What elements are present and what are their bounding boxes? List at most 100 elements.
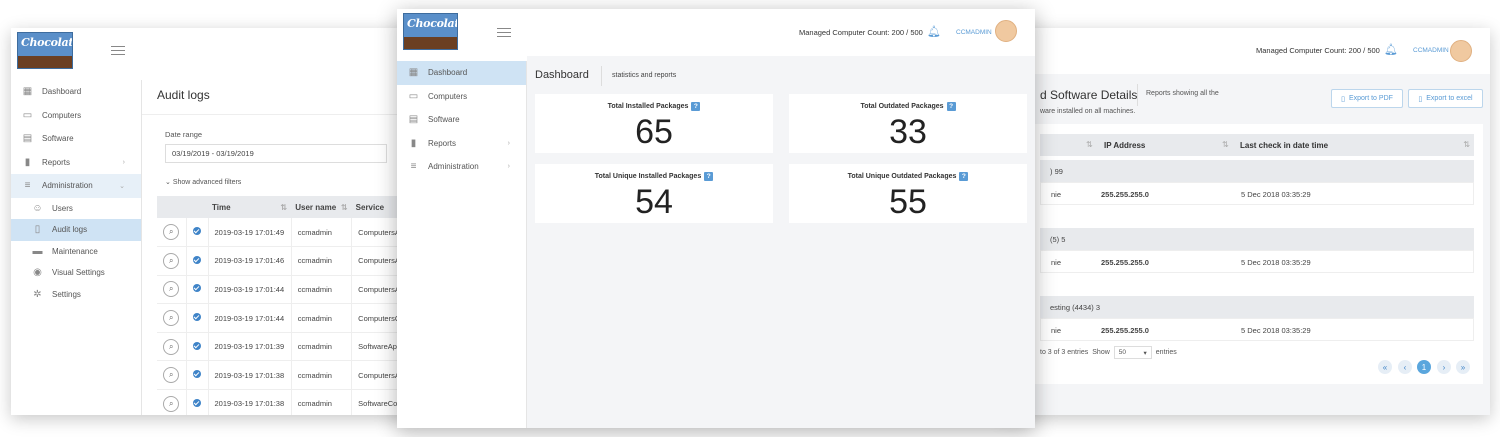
users-icon: ☺ — [32, 202, 43, 214]
stat-value: 55 — [889, 183, 927, 221]
help-icon[interactable]: ? — [959, 172, 969, 181]
sidebar-item-maintenance[interactable]: ▬ Maintenance — [11, 241, 141, 263]
cell-date: 5 Dec 2018 03:35:29 — [1241, 258, 1311, 267]
sidebar-item-administration[interactable]: ≡ Administration › — [397, 155, 526, 179]
cell-name: nie — [1051, 258, 1062, 267]
cell-date: 5 Dec 2018 03:35:29 — [1241, 326, 1311, 335]
success-icon — [193, 284, 201, 293]
view-details-icon[interactable]: ⌕ — [163, 224, 180, 241]
sidebar-item-administration[interactable]: ≡ Administration ⌄ — [11, 174, 141, 198]
cell-user: ccmadmin — [291, 303, 353, 333]
gear-icon: ✲ — [33, 288, 42, 300]
table-row[interactable]: ⌕ 2019-03-19 17:01:39 ccmadmin SoftwareApp — [157, 332, 409, 361]
stat-value: 65 — [635, 113, 673, 151]
sort-icon[interactable]: ⇅ — [1463, 140, 1470, 149]
menu-toggle-icon[interactable] — [497, 28, 511, 37]
menu-toggle-icon[interactable] — [111, 46, 125, 55]
cell-time: 2019-03-19 17:01:44 — [208, 303, 292, 333]
software-table-header: ⇅ IP Address ⇅ Last check in date time ⇅ — [1040, 134, 1474, 156]
audit-main: Audit logs Date range 03/19/2019 - 03/19… — [142, 74, 409, 415]
user-menu[interactable]: CCMADMIN — [1413, 47, 1449, 54]
table-row[interactable]: ⌕ 2019-03-19 17:01:49 ccmadmin ComputersAp — [157, 218, 409, 247]
sidebar-item-dashboard[interactable]: ▦ Dashboard — [11, 80, 141, 104]
cell-time: 2019-03-19 17:01:49 — [208, 218, 292, 247]
sidebar-item-visual-settings[interactable]: ◉ Visual Settings — [11, 262, 141, 284]
date-range-label: Date range — [165, 130, 203, 139]
help-icon[interactable]: ? — [691, 102, 701, 111]
column-header-last-check-in[interactable]: Last check in date time — [1240, 141, 1328, 150]
audit-table: Time ⇅ User name ⇅ Service ⌕ 2019-03-19 17:… — [157, 196, 409, 415]
view-details-icon[interactable]: ⌕ — [163, 252, 180, 269]
page-size-select[interactable]: 50 ▾ — [1113, 346, 1152, 359]
sidebar-item-audit-logs[interactable]: ▯ Audit logs — [11, 219, 141, 241]
dashboard-icon: ▦ — [22, 86, 33, 98]
cell-user: ccmadmin — [291, 360, 353, 390]
date-range-input[interactable]: 03/19/2019 - 03/19/2019 — [165, 144, 387, 163]
help-icon[interactable]: ? — [704, 172, 714, 181]
sidebar-item-computers[interactable]: ▭ Computers — [397, 85, 526, 109]
table-row[interactable]: ⌕ 2019-03-19 17:01:38 ccmadmin SoftwareCon — [157, 389, 409, 415]
sidebar-item-software[interactable]: ▤ Software — [11, 127, 141, 151]
bell-icon[interactable]: 🔔︎ — [927, 25, 941, 38]
stat-value: 54 — [635, 183, 673, 221]
page-description-2: ware installed on all machines. — [1040, 108, 1136, 115]
pagination-prev[interactable]: ‹ — [1398, 360, 1412, 374]
table-row[interactable]: ⌕ 2019-03-19 17:01:44 ccmadmin ComputersCo — [157, 303, 409, 333]
chocolatey-logo[interactable]: Chocolatey — [403, 13, 458, 50]
avatar[interactable] — [1450, 40, 1472, 62]
report-icon: ▮ — [410, 137, 417, 149]
table-row[interactable]: nie 255.255.255.0 5 Dec 2018 03:35:29 — [1040, 318, 1474, 341]
success-icon — [193, 313, 201, 322]
sidebar-item-software[interactable]: ▤ Software — [397, 108, 526, 132]
sort-icon[interactable]: ⇅ — [1222, 140, 1229, 149]
bell-icon[interactable]: 🔔︎ — [1384, 43, 1398, 56]
view-details-icon[interactable]: ⌕ — [163, 310, 180, 327]
sidebar-item-dashboard[interactable]: ▦ Dashboard — [397, 61, 526, 85]
stat-card-outdated: Total Outdated Packages? 33 — [789, 94, 1027, 153]
pagination-first[interactable]: « — [1378, 360, 1392, 374]
table-row[interactable]: nie 255.255.255.0 5 Dec 2018 03:35:29 — [1040, 250, 1474, 273]
chevron-right-icon: › — [122, 158, 125, 166]
pagination-page-1[interactable]: 1 — [1417, 360, 1431, 374]
column-header-user-name[interactable]: User name ⇅ — [291, 196, 351, 218]
pagination-next[interactable]: › — [1437, 360, 1451, 374]
table-row[interactable]: ⌕ 2019-03-19 17:01:46 ccmadmin ComputersAp — [157, 246, 409, 276]
success-icon — [193, 255, 201, 264]
export-pdf-button[interactable]: ▯ Export to PDF — [1331, 89, 1403, 108]
view-details-icon[interactable]: ⌕ — [163, 281, 180, 298]
sliders-icon: ≡ — [24, 180, 31, 192]
sidebar-item-reports[interactable]: ▮ Reports › — [11, 151, 141, 175]
page-title: Audit logs — [157, 88, 210, 102]
export-excel-button[interactable]: ▯ Export to excel — [1408, 89, 1483, 108]
pagination-last[interactable]: » — [1456, 360, 1470, 374]
sidebar-item-users[interactable]: ☺ Users — [11, 198, 141, 220]
user-menu[interactable]: CCMADMIN — [956, 29, 992, 36]
sidebar-item-reports[interactable]: ▮ Reports › — [397, 132, 526, 156]
view-details-icon[interactable]: ⌕ — [163, 338, 180, 355]
page-description: Reports showing all the — [1146, 90, 1219, 97]
page-title: d Software Details — [1040, 88, 1138, 102]
managed-count: Managed Computer Count: 200 / 500 — [799, 28, 923, 37]
sidebar-item-computers[interactable]: ▭ Computers — [11, 104, 141, 128]
cell-ip: 255.255.255.0 — [1101, 258, 1149, 267]
column-header-ip-address[interactable]: IP Address — [1104, 141, 1145, 150]
stat-card-unique-outdated: Total Unique Outdated Packages? 55 — [789, 164, 1027, 223]
success-icon — [193, 227, 201, 236]
table-row[interactable]: ⌕ 2019-03-19 17:01:44 ccmadmin ComputersAp — [157, 275, 409, 304]
cell-time: 2019-03-19 17:01:46 — [208, 246, 292, 276]
advanced-filters-toggle[interactable]: ⌄ Show advanced filters — [165, 178, 241, 186]
sidebar-item-settings[interactable]: ✲ Settings — [11, 284, 141, 306]
chocolatey-logo[interactable]: Chocolatey — [17, 32, 73, 69]
table-row[interactable]: nie 255.255.255.0 5 Dec 2018 03:35:29 — [1040, 182, 1474, 205]
column-header-time[interactable]: Time ⇅ — [208, 196, 291, 218]
avatar[interactable] — [995, 20, 1017, 42]
caret-down-icon: ▾ — [1143, 350, 1147, 357]
file-icon: ▯ — [1341, 95, 1345, 103]
sort-icon[interactable]: ⇅ — [1086, 140, 1093, 149]
view-details-icon[interactable]: ⌕ — [163, 395, 180, 412]
table-row[interactable]: ⌕ 2019-03-19 17:01:38 ccmadmin ComputersAp — [157, 360, 409, 390]
help-icon[interactable]: ? — [946, 102, 956, 111]
audit-logs-window: Chocolatey ▦Dashboard ▭Computers ▤Softwa… — [11, 28, 409, 415]
stat-value: 33 — [889, 113, 927, 151]
view-details-icon[interactable]: ⌕ — [163, 367, 180, 384]
